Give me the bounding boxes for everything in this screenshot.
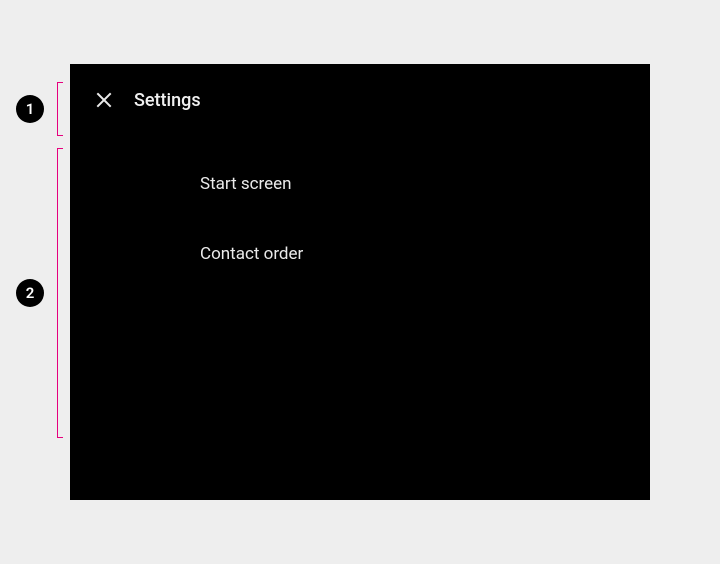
annotation-bracket-2 bbox=[57, 148, 63, 438]
close-button[interactable] bbox=[90, 86, 118, 114]
annotation-marker-1: 1 bbox=[16, 95, 44, 123]
menu-item-start-screen[interactable]: Start screen bbox=[200, 156, 630, 212]
annotation-bracket-1 bbox=[57, 82, 63, 136]
annotation-marker-2-label: 2 bbox=[26, 284, 35, 302]
annotation-marker-1-label: 1 bbox=[26, 100, 35, 118]
settings-menu-list: Start screen Contact order bbox=[200, 156, 630, 282]
annotation-marker-2: 2 bbox=[16, 279, 44, 307]
menu-item-contact-order[interactable]: Contact order bbox=[200, 226, 630, 282]
settings-title: Settings bbox=[134, 90, 201, 111]
close-icon bbox=[95, 91, 113, 109]
menu-item-label: Start screen bbox=[200, 174, 292, 194]
settings-header: Settings bbox=[70, 64, 650, 136]
settings-panel: Settings Start screen Contact order bbox=[70, 64, 650, 500]
menu-item-label: Contact order bbox=[200, 244, 303, 264]
